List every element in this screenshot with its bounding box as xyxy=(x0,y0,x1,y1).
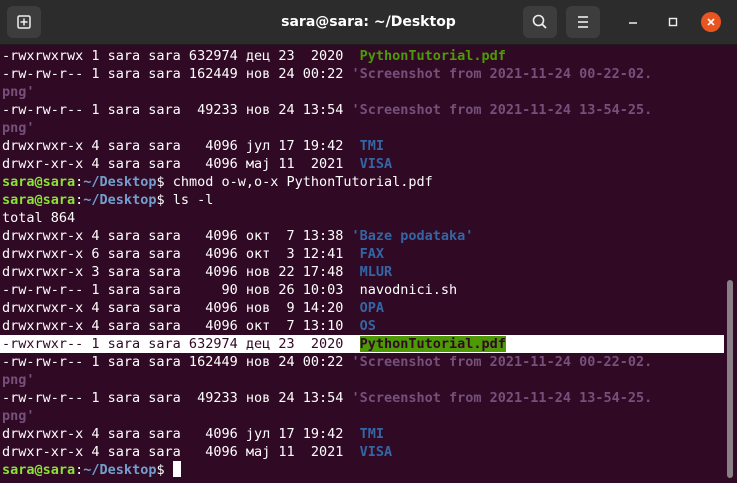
hamburger-menu-icon xyxy=(578,16,588,28)
ls-line: drwxrwxr-x 4 sara sara 4096 нов 9 14:20 … xyxy=(0,299,724,317)
search-button[interactable] xyxy=(523,6,557,38)
maximize-icon xyxy=(668,17,678,27)
ls-line: png' xyxy=(0,371,724,389)
file-meta: -rw-rw-r-- 1 sara sara 162449 нов 24 00:… xyxy=(2,66,352,82)
ls-line: -rw-rw-r-- 1 sara sara 90 нов 26 10:03 n… xyxy=(0,281,724,299)
file-name: OPA xyxy=(359,300,385,316)
ls-line: drwxrwxr-x 4 sara sara 4096 окт 7 13:10 … xyxy=(0,317,724,335)
file-meta: drwxrwxr-x 3 sara sara 4096 нов 22 17:48 xyxy=(2,264,360,280)
file-meta: -rw-rw-r-- 1 sara sara 49233 нов 24 13:5… xyxy=(2,390,352,406)
minimize-button[interactable] xyxy=(623,12,643,32)
total-line: total 864 xyxy=(2,210,76,226)
scrollbar[interactable] xyxy=(724,45,737,483)
ls-line: drwxr-xr-x 4 sara sara 4096 мај 11 2021 … xyxy=(0,155,724,173)
file-meta: drwxrwxr-x 4 sara sara 4096 окт 7 13:10 xyxy=(2,318,360,334)
file-name: 'Screenshot from 2021-11-24 00-22-02. xyxy=(351,354,653,370)
file-name: FAX xyxy=(359,246,385,262)
close-button[interactable] xyxy=(701,12,721,32)
scrollbar-thumb[interactable] xyxy=(727,280,733,478)
active-prompt-line[interactable]: sara@sara:~/Desktop$ xyxy=(0,461,724,479)
prompt-symbol: $ xyxy=(156,192,165,208)
file-name: navodnici.sh xyxy=(359,282,458,298)
ls-line: -rwxrwxrwx 1 sara sara 632974 дец 23 202… xyxy=(0,47,724,65)
file-name: png' xyxy=(2,408,35,424)
prompt-path: ~/Desktop xyxy=(83,174,157,190)
prompt-user: sara@sara xyxy=(2,174,76,190)
prompt-symbol: $ xyxy=(156,174,165,190)
file-name: png' xyxy=(2,120,35,136)
ls-line: drwxrwxr-x 6 sara sara 4096 окт 3 12:41 … xyxy=(0,245,724,263)
file-name: VISA xyxy=(359,444,393,460)
file-name: 'Screenshot from 2021-11-24 00-22-02. xyxy=(351,66,653,82)
file-meta: drwxrwxr-x 6 sara sara 4096 окт 3 12:41 xyxy=(2,246,360,262)
maximize-button[interactable] xyxy=(663,12,683,32)
file-meta: -rwxrwxrwx 1 sara sara 632974 дец 23 202… xyxy=(2,48,360,64)
file-name: 'Screenshot from 2021-11-24 13-54-25. xyxy=(351,102,653,118)
file-name: MLUR xyxy=(359,264,393,280)
file-meta: drwxrwxr-x 4 sara sara 4096 јул 17 19:42 xyxy=(2,426,360,442)
file-name: 'Screenshot from 2021-11-24 13-54-25. xyxy=(351,390,653,406)
file-name: VISA xyxy=(359,156,393,172)
file-name: png' xyxy=(2,372,35,388)
ls-line: png' xyxy=(0,407,724,425)
file-meta: -rw-rw-r-- 1 sara sara 49233 нов 24 13:5… xyxy=(2,102,352,118)
file-meta: -rw-rw-r-- 1 sara sara 162449 нов 24 00:… xyxy=(2,354,352,370)
prompt-user: sara@sara xyxy=(2,462,76,478)
prompt-symbol: $ xyxy=(156,462,165,478)
ls-line: png' xyxy=(0,119,724,137)
ls-line: png' xyxy=(0,83,724,101)
ls-line: drwxrwxr-x 4 sara sara 4096 јул 17 19:42… xyxy=(0,425,724,443)
ls-line: -rw-rw-r-- 1 sara sara 162449 нов 24 00:… xyxy=(0,353,724,371)
selected-ls-line: -rwxrwxr-- 1 sara sara 632974 дец 23 202… xyxy=(0,335,724,353)
ls-line: -rw-rw-r-- 1 sara sara 49233 нов 24 13:5… xyxy=(0,389,724,407)
ls-line: drwxrwxr-x 3 sara sara 4096 нов 22 17:48… xyxy=(0,263,724,281)
minimize-icon xyxy=(629,22,637,24)
prompt-path: ~/Desktop xyxy=(83,192,157,208)
file-meta: -rw-rw-r-- 1 sara sara 90 нов 26 10:03 xyxy=(2,282,360,298)
file-name: PythonTutorial.pdf xyxy=(359,48,506,64)
file-name: PythonTutorial.pdf xyxy=(359,336,506,352)
command-line: sara@sara:~/Desktop$ ls -l xyxy=(0,191,724,209)
file-name: OS xyxy=(359,318,376,334)
terminal-window: sara@sara: ~/Desktop -rwxrwxrwx 1 sara s… xyxy=(0,0,737,483)
file-name: png' xyxy=(2,84,35,100)
ls-line: -rw-rw-r-- 1 sara sara 162449 нов 24 00:… xyxy=(0,65,724,83)
ls-line: -rw-rw-r-- 1 sara sara 49233 нов 24 13:5… xyxy=(0,101,724,119)
command-line: sara@sara:~/Desktop$ chmod o-w,o-x Pytho… xyxy=(0,173,724,191)
file-name: 'Baze podataka' xyxy=(351,228,474,244)
text-cursor xyxy=(172,461,181,477)
file-meta: drwxrwxr-x 4 sara sara 4096 окт 7 13:38 xyxy=(2,228,352,244)
file-meta: -rwxrwxr-- 1 sara sara 632974 дец 23 202… xyxy=(2,336,360,352)
file-meta: drwxr-xr-x 4 sara sara 4096 мај 11 2021 xyxy=(2,444,360,460)
terminal-output[interactable]: -rwxrwxrwx 1 sara sara 632974 дец 23 202… xyxy=(0,45,724,483)
ls-line: drwxrwxr-x 4 sara sara 4096 јул 17 19:42… xyxy=(0,137,724,155)
close-icon xyxy=(707,18,715,26)
menu-button[interactable] xyxy=(566,6,600,38)
ls-line: drwxrwxr-x 4 sara sara 4096 окт 7 13:38 … xyxy=(0,227,724,245)
command-text: chmod o-w,o-x PythonTutorial.pdf xyxy=(164,174,433,190)
title-bar: sara@sara: ~/Desktop xyxy=(0,0,737,45)
file-name: TMI xyxy=(359,426,385,442)
ls-line: drwxr-xr-x 4 sara sara 4096 мај 11 2021 … xyxy=(0,443,724,461)
search-icon xyxy=(532,14,547,29)
file-meta: drwxrwxr-x 4 sara sara 4096 јул 17 19:42 xyxy=(2,138,360,154)
prompt-user: sara@sara xyxy=(2,192,76,208)
file-meta: drwxr-xr-x 4 sara sara 4096 мај 11 2021 xyxy=(2,156,360,172)
file-name: TMI xyxy=(359,138,385,154)
command-text: ls -l xyxy=(164,192,214,208)
prompt-path: ~/Desktop xyxy=(83,462,157,478)
file-meta: drwxrwxr-x 4 sara sara 4096 нов 9 14:20 xyxy=(2,300,360,316)
